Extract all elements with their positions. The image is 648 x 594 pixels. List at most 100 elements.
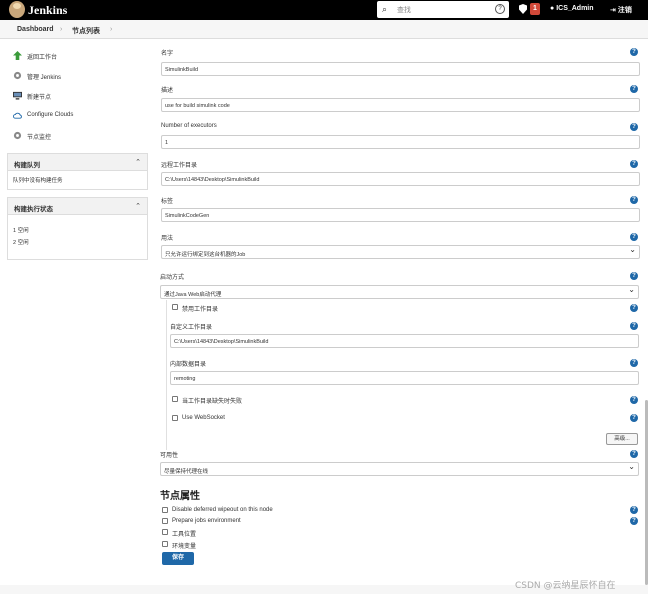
advanced-button[interactable]: 高级... — [606, 433, 638, 445]
prop-label: Disable deferred wipeout on this node — [172, 507, 273, 513]
sidebar-item-label: 新建节点 — [27, 95, 52, 101]
executors-field[interactable]: 1 — [161, 135, 640, 149]
description-field[interactable]: use for build simulink code — [161, 98, 640, 112]
chevron-up-icon[interactable]: ⌃ — [135, 202, 141, 210]
breadcrumb: Dashboard › 节点列表 › — [0, 20, 648, 39]
custom-workdir-field[interactable]: C:\Users\14843\Desktop\SimulinkBuild — [170, 334, 639, 348]
help-icon[interactable]: ? — [630, 48, 638, 56]
user-name: ICS_Admin — [556, 5, 594, 12]
alert-badge[interactable]: 1 — [530, 3, 540, 15]
description-label: 描述 — [161, 88, 174, 94]
search-input[interactable]: 查找 — [397, 5, 411, 15]
prop-label: Prepare jobs environment — [172, 518, 241, 524]
executors-label: Number of executors — [161, 123, 217, 129]
chevron-up-icon[interactable]: ⌃ — [135, 158, 141, 166]
sidebar-item-label: 节点监控 — [27, 135, 52, 141]
websocket-checkbox[interactable] — [172, 415, 178, 421]
availability-label: 可用性 — [160, 453, 179, 459]
help-icon[interactable]: ? — [630, 196, 638, 204]
sidebar-item-manage-jenkins[interactable]: 管理 Jenkins — [7, 66, 151, 86]
breadcrumb-nodes[interactable]: 节点列表 — [72, 26, 100, 36]
launch-label: 启动方式 — [160, 275, 185, 281]
executors-header[interactable]: 构建执行状态 ⌃ — [8, 198, 147, 215]
launch-select[interactable]: 通过Java Web启动代理 — [160, 285, 639, 299]
sidebar-item-node-monitor[interactable]: 节点监控 — [7, 126, 151, 146]
help-icon[interactable]: ? — [630, 304, 638, 312]
prop-checkbox[interactable] — [162, 541, 168, 547]
sidebar-item-configure-clouds[interactable]: Configure Clouds — [7, 106, 151, 126]
usage-select[interactable]: 只允许运行绑定到这台机器的Job — [161, 245, 640, 259]
remote-root-label: 远程工作目录 — [161, 163, 198, 169]
disable-workdir-checkbox[interactable] — [172, 304, 178, 310]
websocket-label: Use WebSocket — [182, 415, 225, 421]
help-icon[interactable]: ? — [630, 506, 638, 514]
executor-label: 2 空闲 — [13, 240, 29, 246]
logout-link[interactable]: ⇥ 注销 — [610, 5, 632, 15]
build-queue-header[interactable]: 构建队列 ⌃ — [8, 154, 147, 171]
user-link[interactable]: ● ICS_Admin — [550, 5, 594, 12]
sidebar-item-label: 返回工作台 — [27, 55, 58, 61]
queue-empty-text: 队列中没有构建任务 — [8, 171, 147, 189]
prop-label: 环境变量 — [172, 544, 197, 550]
sidebar-item-new-node[interactable]: 新建节点 — [7, 86, 151, 106]
help-icon[interactable]: ? — [630, 85, 638, 93]
jenkins-logo-icon[interactable] — [9, 1, 25, 18]
save-button[interactable]: 保存 — [162, 552, 194, 565]
availability-select[interactable]: 尽量保持代理在线 — [160, 462, 639, 476]
prop-checkbox[interactable] — [162, 529, 168, 535]
executor-row: 2 空闲 — [8, 235, 147, 259]
watermark: CSDN @云纳星辰怀自在 — [515, 581, 616, 591]
logout-label: 注销 — [617, 7, 632, 14]
search-box[interactable]: ⌕ 查找 ? — [377, 1, 509, 18]
help-icon[interactable]: ? — [630, 414, 638, 422]
breadcrumb-separator: › — [60, 26, 63, 33]
prop-checkbox[interactable] — [162, 518, 168, 524]
internal-dir-label: 内部数据目录 — [170, 362, 207, 368]
help-icon[interactable]: ? — [630, 123, 638, 131]
executor-row: 1 空闲 — [8, 223, 147, 235]
usage-label: 用法 — [161, 236, 174, 242]
panel-title: 构建执行状态 — [14, 206, 53, 213]
fail-missing-label: 当工作目录缺失时失败 — [182, 399, 243, 405]
remote-root-field[interactable]: C:\Users\14843\Desktop\SimulinkBuild — [161, 172, 640, 186]
labels-field[interactable]: SimulinkCodeGen — [161, 208, 640, 222]
search-icon: ⌕ — [382, 4, 388, 14]
brand-title[interactable]: Jenkins — [28, 3, 67, 18]
panel-title: 构建队列 — [14, 162, 40, 169]
prop-checkbox[interactable] — [162, 507, 168, 513]
breadcrumb-separator[interactable]: › — [110, 26, 112, 33]
sidebar-item-label: Configure Clouds — [27, 112, 74, 118]
sidebar-item-back-dashboard[interactable]: 返回工作台 — [7, 46, 151, 66]
help-icon[interactable]: ? — [630, 517, 638, 525]
breadcrumb-dashboard[interactable]: Dashboard — [17, 26, 54, 33]
shield-icon[interactable] — [519, 4, 527, 14]
sidebar-item-label: 管理 Jenkins — [27, 75, 62, 81]
help-icon[interactable]: ? — [630, 160, 638, 168]
logout-icon: ⇥ — [610, 7, 616, 14]
top-header: Jenkins ⌕ 查找 ? 1 ● ICS_Admin ⇥ 注销 — [0, 0, 648, 20]
fail-missing-checkbox[interactable] — [172, 396, 178, 402]
executor-label: 1 空闲 — [13, 228, 29, 234]
node-properties-title: 节点属性 — [160, 491, 200, 502]
custom-workdir-label: 自定义工作目录 — [170, 325, 213, 331]
search-help-icon[interactable]: ? — [495, 4, 505, 14]
disable-workdir-label: 禁用工作目录 — [182, 307, 219, 313]
name-field[interactable]: SimulinkBuild — [161, 62, 640, 76]
internal-dir-field[interactable]: remoting — [170, 371, 639, 385]
user-icon: ● — [550, 5, 555, 12]
help-icon[interactable]: ? — [630, 272, 638, 280]
sidebar-tasks: 返回工作台 管理 Jenkins 新建节点 Configure Clouds 节… — [7, 46, 151, 146]
help-icon[interactable]: ? — [630, 322, 638, 330]
help-icon[interactable]: ? — [630, 359, 638, 367]
gear-icon — [13, 131, 22, 140]
up-arrow-icon — [13, 51, 22, 60]
prop-label: 工具位置 — [172, 532, 197, 538]
build-queue-panel: 构建队列 ⌃ 队列中没有构建任务 — [7, 153, 148, 190]
help-icon[interactable]: ? — [630, 396, 638, 404]
help-icon[interactable]: ? — [630, 233, 638, 241]
help-icon[interactable]: ? — [630, 450, 638, 458]
executors-panel: 构建执行状态 ⌃ 1 空闲 2 空闲 — [7, 197, 148, 260]
labels-label: 标签 — [161, 199, 174, 205]
cloud-icon — [13, 112, 22, 119]
name-label: 名字 — [161, 51, 174, 57]
